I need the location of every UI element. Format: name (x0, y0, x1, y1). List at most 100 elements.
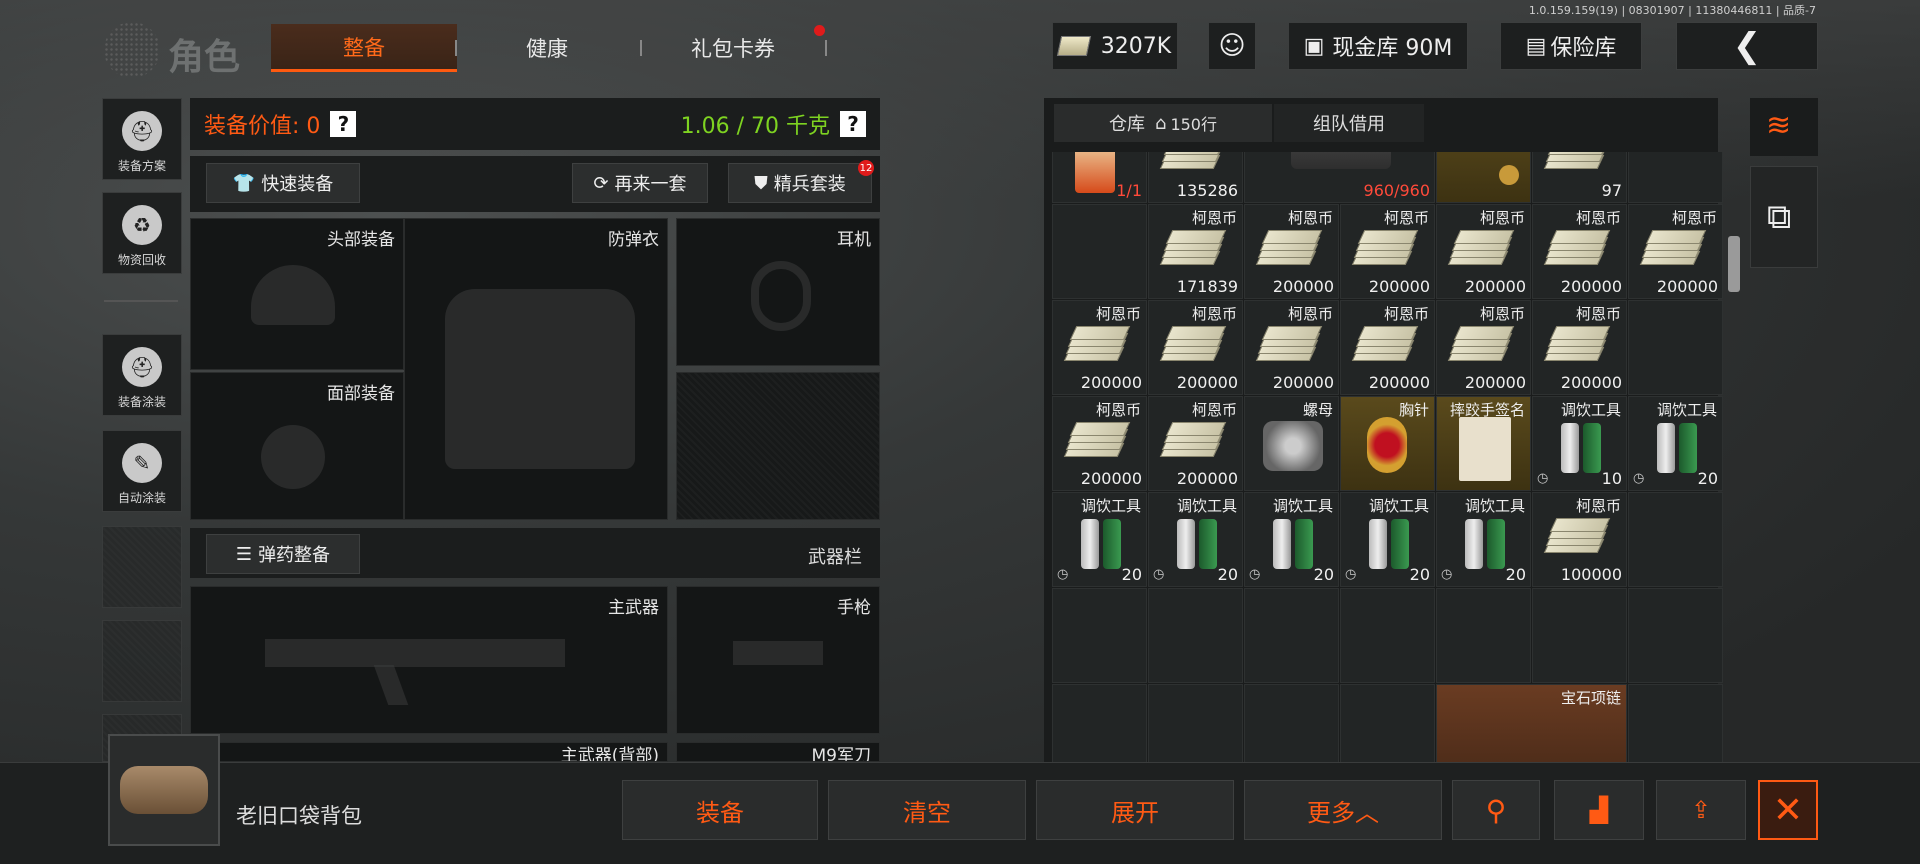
search-button[interactable]: ⚲ (1452, 780, 1540, 840)
cash-vault-button[interactable]: ▣ 现金库 90M (1288, 22, 1468, 70)
safe-button[interactable]: ▤ 保险库 (1500, 22, 1642, 70)
inventory-item[interactable]: 螺母 (1244, 396, 1339, 491)
cash-display[interactable]: 3207K (1052, 22, 1178, 70)
inventory-item[interactable]: 柯恩币 200000 (1340, 300, 1435, 395)
slot-primary-weapon[interactable]: 主武器 (190, 586, 668, 734)
sidebar-auto-skin[interactable]: ✎ 自动涂装 (102, 430, 182, 512)
inventory-item[interactable]: 柯恩币 200000 (1532, 204, 1627, 299)
tab-health[interactable]: 健康 (454, 24, 640, 72)
inventory-item[interactable]: 柯恩币 200000 (1628, 204, 1723, 299)
back-button[interactable]: ❮ (1676, 22, 1818, 70)
empty-cell[interactable] (1340, 588, 1435, 683)
inventory-item[interactable]: 柯恩币 200000 (1244, 204, 1339, 299)
help-icon[interactable]: ? (330, 111, 357, 137)
inventory-item[interactable]: 柯恩币 200000 (1436, 204, 1531, 299)
empty-cell[interactable] (1628, 492, 1723, 587)
warehouse-grid[interactable]: 功能饮料1/1柯恩币135286960/960卫星模型柯恩币97 柯恩币17183… (1052, 152, 1724, 762)
sort-button[interactable]: ≋ (1750, 98, 1818, 156)
tab-warehouse[interactable]: 仓库 ⌂ 150行 (1054, 104, 1272, 142)
empty-cell[interactable] (1628, 588, 1723, 683)
empty-cell[interactable] (1052, 204, 1147, 299)
slot-head[interactable]: 头部装备 (190, 218, 404, 370)
empty-cell[interactable] (1436, 588, 1531, 683)
inventory-item[interactable]: 功能饮料1/1 (1052, 152, 1147, 203)
empty-cell[interactable] (1628, 152, 1723, 203)
item-name: 调饮工具 (1080, 497, 1141, 515)
empty-cell[interactable] (1340, 684, 1435, 762)
more-button[interactable]: 更多︿ (1244, 780, 1442, 840)
warehouse-scrollbar[interactable] (1728, 236, 1740, 292)
inventory-item[interactable]: 960/960 (1244, 152, 1435, 203)
inventory-item[interactable]: 柯恩币135286 (1148, 152, 1243, 203)
clear-button[interactable]: 清空 (828, 780, 1026, 840)
bill-icon (1357, 326, 1419, 340)
inventory-item[interactable]: 调饮工具 ◷ 10 (1532, 396, 1627, 491)
tab-equip[interactable]: 整备 (271, 24, 457, 72)
inventory-item[interactable]: 调饮工具 ◷ 20 (1148, 492, 1243, 587)
inventory-item[interactable]: 柯恩币 200000 (1532, 300, 1627, 395)
slot-knife[interactable]: M9军刀 (676, 742, 880, 762)
equip-header: 装备价值: 0 ? 1.06 / 70 千克 ? (190, 98, 880, 150)
inventory-item[interactable]: 柯恩币 200000 (1244, 300, 1339, 395)
empty-cell[interactable] (1148, 684, 1243, 762)
backpack-slot[interactable] (108, 734, 220, 846)
inventory-item[interactable]: 柯恩币 200000 (1340, 204, 1435, 299)
inventory-item[interactable]: 宝石项链 (1436, 684, 1627, 762)
cash-stack-icon (1639, 227, 1707, 267)
quick-equip-button[interactable]: 👕 快速装备 (206, 163, 360, 203)
empty-cell[interactable] (1244, 684, 1339, 762)
cash-stack-icon (1543, 515, 1611, 555)
empty-cell[interactable] (1052, 684, 1147, 762)
empty-cell[interactable] (1628, 684, 1723, 762)
sidebar-equip-plans[interactable]: ⛑ 装备方案 (102, 98, 182, 180)
sidebar-recycle[interactable]: ♻ 物资回收 (102, 192, 182, 274)
inventory-item[interactable]: 柯恩币 200000 (1436, 300, 1531, 395)
sidebar-label: 装备方案 (117, 159, 166, 173)
help-icon[interactable]: ? (840, 111, 866, 137)
tab-team-borrow[interactable]: 组队借用 (1274, 104, 1424, 142)
equip-button[interactable]: 装备 (622, 780, 818, 840)
slot-earphones[interactable]: 耳机 (676, 218, 880, 366)
item-name: 胸针 (1398, 401, 1429, 419)
ammo-button[interactable]: ☰ 弹药整备 (206, 534, 360, 574)
sell-button[interactable]: ⇪ (1656, 780, 1746, 840)
item-count: 200000 (1272, 373, 1334, 392)
empty-cell[interactable] (1532, 588, 1627, 683)
inventory-item[interactable]: 柯恩币 171839 (1148, 204, 1243, 299)
trader-button[interactable]: ☺ (1208, 22, 1256, 70)
inventory-item[interactable]: 调饮工具 ◷ 20 (1436, 492, 1531, 587)
tab-gift-coupons[interactable]: 礼包卡券 (640, 24, 826, 72)
inventory-item[interactable]: 调饮工具 ◷ 20 (1244, 492, 1339, 587)
inventory-item[interactable]: 柯恩币 200000 (1148, 396, 1243, 491)
close-button[interactable]: ✕ (1758, 780, 1818, 840)
item-name: 柯恩币 (1575, 497, 1621, 515)
sidebar-skin[interactable]: ⛑ 装备涂装 (102, 334, 182, 416)
slot-pistol[interactable]: 手枪 (676, 586, 880, 734)
repeat-loadout-button[interactable]: ⟳ 再来一套 (572, 163, 708, 203)
slot-armor[interactable]: 防弹衣 (404, 218, 668, 520)
inventory-item[interactable]: 调饮工具 ◷ 20 (1340, 492, 1435, 587)
inventory-item[interactable]: 胸针 (1340, 396, 1435, 491)
inventory-item[interactable]: 柯恩币97 (1532, 152, 1627, 203)
slot-primary-back[interactable]: 主武器(背部) (190, 742, 668, 762)
container-button[interactable]: ▟ (1554, 780, 1644, 840)
inventory-item[interactable]: 柯恩币 200000 (1052, 396, 1147, 491)
inventory-item[interactable]: 柯恩币 100000 (1532, 492, 1627, 587)
stash-button[interactable]: ⧉ (1750, 166, 1818, 268)
slot-face[interactable]: 面部装备 (190, 372, 404, 520)
inventory-item[interactable]: 卫星模型 (1436, 152, 1531, 203)
empty-cell[interactable] (1052, 588, 1147, 683)
inventory-item[interactable]: 摔跤手签名 (1436, 396, 1531, 491)
inventory-item[interactable]: 调饮工具 ◷ 20 (1628, 396, 1723, 491)
item-name: 柯恩币 (1479, 209, 1525, 227)
expand-button[interactable]: 展开 (1036, 780, 1234, 840)
empty-cell[interactable] (1148, 588, 1243, 683)
empty-cell[interactable] (1244, 588, 1339, 683)
elite-loadout-button[interactable]: ⛊ 精兵套装 (728, 163, 872, 203)
inventory-item[interactable]: 调饮工具 ◷ 20 (1052, 492, 1147, 587)
item-count: 200000 (1560, 373, 1622, 392)
slot-locked (676, 372, 880, 520)
inventory-item[interactable]: 柯恩币 200000 (1052, 300, 1147, 395)
inventory-item[interactable]: 柯恩币 200000 (1148, 300, 1243, 395)
empty-cell[interactable] (1628, 300, 1723, 395)
